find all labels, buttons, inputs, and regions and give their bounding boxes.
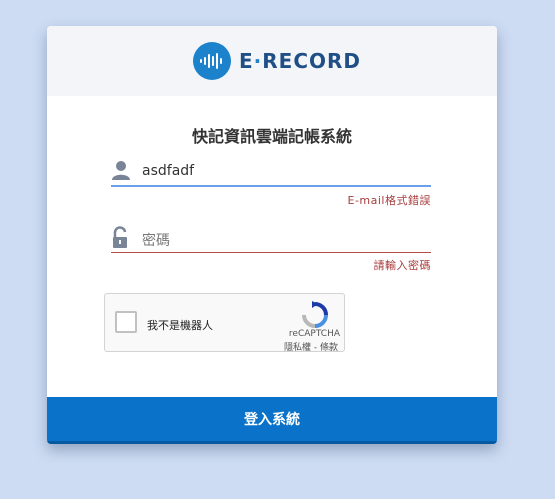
recaptcha-widget: 我不是機器人 reCAPTCHA 隱私權 - 條款 <box>104 293 345 353</box>
email-error-message: E-mail格式錯誤 <box>347 194 431 207</box>
recaptcha-logo-icon <box>300 300 330 330</box>
soundwave-icon <box>193 42 231 80</box>
brand-name: E·RECORD <box>239 49 362 73</box>
login-button[interactable]: 登入系統 <box>47 397 497 444</box>
unlock-icon <box>111 226 131 250</box>
login-card: E·RECORD 快記資訊雲端記帳系統 asdfadf E-mail格式錯誤 密… <box>47 26 497 444</box>
email-value: asdfadf <box>142 163 195 179</box>
recaptcha-checkbox[interactable] <box>115 311 137 333</box>
email-field[interactable]: asdfadf <box>111 157 431 187</box>
recaptcha-brand: reCAPTCHA <box>288 329 340 339</box>
brand-logo: E·RECORD <box>193 42 361 80</box>
user-icon <box>111 159 131 183</box>
recaptcha-label: 我不是機器人 <box>147 319 213 332</box>
recaptcha-terms-link[interactable]: 隱私權 - 條款 <box>284 340 338 353</box>
card-header: E·RECORD <box>47 26 497 96</box>
password-field[interactable]: 密碼 <box>111 224 431 253</box>
page-title: 快記資訊雲端記帳系統 <box>191 127 352 146</box>
password-error-message: 請輸入密碼 <box>373 259 431 272</box>
password-placeholder: 密碼 <box>142 233 170 249</box>
